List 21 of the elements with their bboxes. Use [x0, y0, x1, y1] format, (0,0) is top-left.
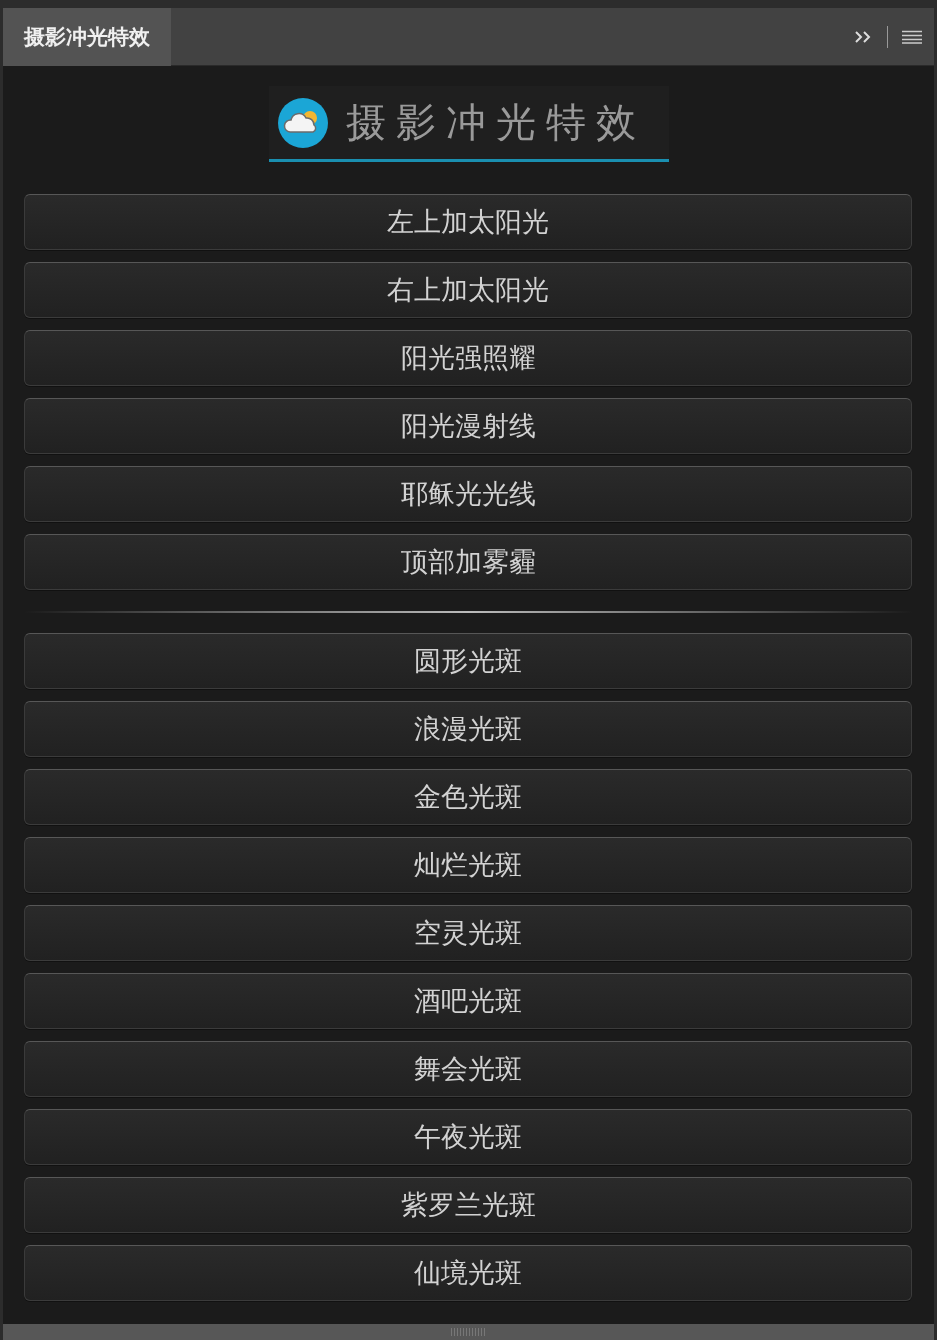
effect-button[interactable]: 酒吧光斑 [24, 973, 912, 1029]
effect-button[interactable]: 灿烂光斑 [24, 837, 912, 893]
expand-icon[interactable] [853, 28, 873, 45]
effect-button[interactable]: 耶稣光光线 [24, 466, 912, 522]
effect-button[interactable]: 阳光强照耀 [24, 330, 912, 386]
effect-button[interactable]: 顶部加雾霾 [24, 534, 912, 590]
cloud-sun-icon [277, 97, 328, 148]
effect-button[interactable]: 紫罗兰光斑 [24, 1177, 912, 1233]
panel-tab[interactable]: 摄影冲光特效 [3, 7, 171, 66]
effect-button[interactable]: 仙境光斑 [24, 1245, 912, 1301]
effect-button[interactable]: 舞会光斑 [24, 1041, 912, 1097]
effect-button[interactable]: 午夜光斑 [24, 1109, 912, 1165]
effect-button[interactable]: 阳光漫射线 [24, 398, 912, 454]
menu-icon[interactable] [902, 29, 922, 44]
effect-button[interactable]: 金色光斑 [24, 769, 912, 825]
effect-button[interactable]: 空灵光斑 [24, 905, 912, 961]
effect-button[interactable]: 左上加太阳光 [24, 194, 912, 250]
effect-button[interactable]: 圆形光斑 [24, 633, 912, 689]
effect-button[interactable]: 浪漫光斑 [24, 701, 912, 757]
effect-button[interactable]: 右上加太阳光 [24, 262, 912, 318]
logo-title: 摄影冲光特效 [345, 98, 646, 147]
